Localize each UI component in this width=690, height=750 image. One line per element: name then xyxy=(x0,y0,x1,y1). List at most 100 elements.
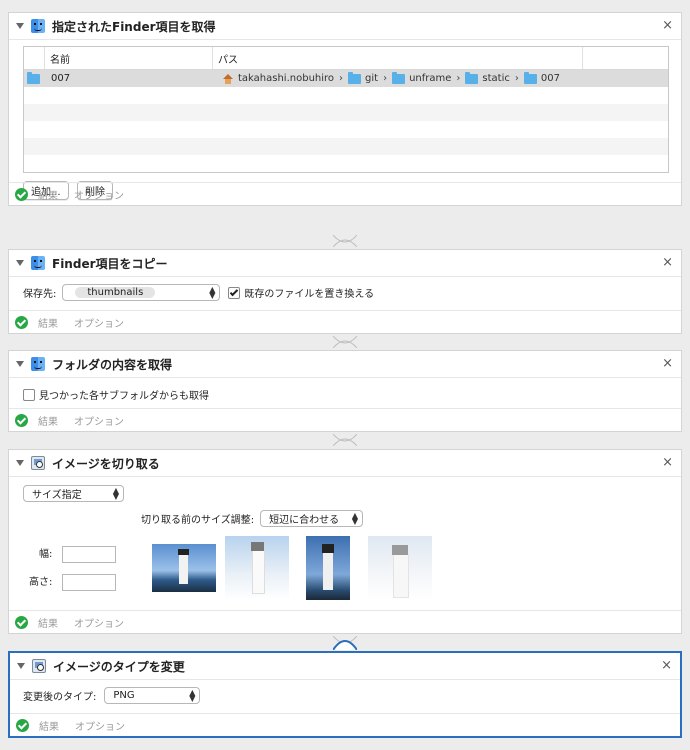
preview-app-icon xyxy=(32,659,46,673)
row-icon-cell xyxy=(24,72,48,85)
action-footer: 結果 オプション xyxy=(9,408,681,431)
action-title: イメージのタイプを変更 xyxy=(53,659,185,674)
header-name[interactable]: 名前 xyxy=(45,47,213,69)
close-icon[interactable]: × xyxy=(662,255,673,270)
action-change-image-type: イメージのタイプを変更 × 変更後のタイプ: PNG ▲ ▼ 結果 オプション xyxy=(8,651,682,738)
action-connector xyxy=(333,336,357,348)
updown-arrows-icon: ▲ ▼ xyxy=(189,687,196,703)
success-check-icon xyxy=(16,718,29,732)
close-icon[interactable]: × xyxy=(662,455,673,470)
finder-icon xyxy=(31,256,45,270)
table-row-empty xyxy=(24,138,668,155)
disclosure-triangle-icon[interactable] xyxy=(16,260,24,266)
action-header[interactable]: フォルダの内容を取得 × xyxy=(9,351,681,378)
replace-checkbox[interactable] xyxy=(228,286,241,299)
action-connector xyxy=(333,636,357,650)
folder-icon xyxy=(27,72,40,84)
crop-preview-image xyxy=(225,536,289,600)
results-link[interactable]: 結果 xyxy=(38,413,58,428)
copy-options-row: 保存先: thumbnails ▲ ▼ 既存のファイルを置き換える xyxy=(23,284,374,301)
chevron-right-icon: › xyxy=(383,73,388,84)
subfolder-label: 見つかった各サブフォルダからも取得 xyxy=(39,391,209,402)
results-link[interactable]: 結果 xyxy=(39,718,59,733)
chevron-right-icon: › xyxy=(456,73,461,84)
folder-icon xyxy=(348,71,362,84)
action-header[interactable]: Finder項目をコピー × xyxy=(9,250,681,277)
path-segment: unframe xyxy=(409,73,452,84)
options-link[interactable]: オプション xyxy=(75,718,125,733)
action-footer: 結果 オプション xyxy=(9,610,681,633)
pre-scale-select[interactable]: 短辺に合わせる ▲ ▼ xyxy=(260,510,364,527)
height-input[interactable] xyxy=(61,573,116,591)
path-segment: takahashi.nobuhiro xyxy=(238,73,335,84)
row-name: 007 xyxy=(51,73,71,84)
height-label: 高さ: xyxy=(29,577,53,588)
destination-label: 保存先: xyxy=(23,289,57,300)
results-link[interactable]: 結果 xyxy=(38,187,58,202)
subfolder-row: 見つかった各サブフォルダからも取得 xyxy=(23,387,209,402)
close-icon[interactable]: × xyxy=(662,18,673,33)
crop-mode-select[interactable]: サイズ指定 ▲ ▼ xyxy=(23,485,124,502)
type-select[interactable]: PNG ▲ ▼ xyxy=(104,687,201,704)
disclosure-triangle-icon[interactable] xyxy=(16,23,24,29)
close-icon[interactable]: × xyxy=(661,658,672,673)
destination-value: thumbnails xyxy=(75,287,156,298)
preview-app-icon xyxy=(31,456,45,470)
folder-icon xyxy=(392,71,406,84)
header-empty xyxy=(583,47,668,69)
disclosure-triangle-icon[interactable] xyxy=(16,361,24,367)
chevron-right-icon: › xyxy=(339,73,344,84)
close-icon[interactable]: × xyxy=(662,356,673,371)
action-title: イメージを切り取る xyxy=(52,456,160,471)
action-copy-finder-items: Finder項目をコピー × 保存先: thumbnails ▲ ▼ 既存のファイ… xyxy=(8,249,682,334)
width-row: 幅: xyxy=(39,545,116,563)
action-get-finder-items: 指定されたFinder項目を取得 × 名前 パス 007 takahashi.n… xyxy=(8,12,682,206)
type-row: 変更後のタイプ: PNG ▲ ▼ xyxy=(23,687,201,704)
crop-mode-value: サイズ指定 xyxy=(32,490,82,501)
table-row-empty xyxy=(24,155,668,172)
chevron-right-icon: › xyxy=(514,73,519,84)
action-title: フォルダの内容を取得 xyxy=(52,357,173,372)
disclosure-triangle-icon[interactable] xyxy=(17,663,25,669)
finder-icon xyxy=(31,19,45,33)
width-label: 幅: xyxy=(39,549,53,560)
options-link[interactable]: オプション xyxy=(74,315,124,330)
disclosure-triangle-icon[interactable] xyxy=(16,460,24,466)
table-row[interactable]: 007 takahashi.nobuhiro › git › unframe ›… xyxy=(24,70,668,87)
pre-scale-row: 切り取る前のサイズ調整: 短辺に合わせる ▲ ▼ xyxy=(141,510,364,527)
path-segment: 007 xyxy=(540,73,560,84)
results-link[interactable]: 結果 xyxy=(38,615,58,630)
header-icon-col xyxy=(24,47,45,69)
success-check-icon xyxy=(15,615,28,629)
table-row-empty xyxy=(24,104,668,121)
action-crop-images: イメージを切り取る × サイズ指定 ▲ ▼ 切り取る前のサイズ調整: 短辺に合わせ… xyxy=(8,449,682,634)
type-label: 変更後のタイプ: xyxy=(23,692,97,703)
action-footer: 結果 オプション xyxy=(9,310,681,333)
crop-preview-image xyxy=(368,536,432,600)
type-value: PNG xyxy=(113,690,135,701)
updown-arrows-icon: ▲ ▼ xyxy=(209,284,216,300)
options-link[interactable]: オプション xyxy=(74,615,124,630)
height-row: 高さ: xyxy=(29,573,116,591)
folder-icon xyxy=(523,71,537,84)
path-crumbs: takahashi.nobuhiro › git › unframe › sta… xyxy=(219,71,668,84)
crop-preview-image xyxy=(152,544,216,592)
action-header[interactable]: イメージを切り取る × xyxy=(9,450,681,477)
home-icon xyxy=(223,73,234,84)
options-link[interactable]: オプション xyxy=(74,187,124,202)
action-header[interactable]: イメージのタイプを変更 × xyxy=(10,653,680,680)
results-link[interactable]: 結果 xyxy=(38,315,58,330)
table-header: 名前 パス xyxy=(24,47,668,70)
subfolder-checkbox[interactable] xyxy=(23,388,35,401)
path-segment: static xyxy=(482,73,510,84)
action-header[interactable]: 指定されたFinder項目を取得 × xyxy=(9,13,681,40)
updown-arrows-icon: ▲ ▼ xyxy=(112,485,119,501)
success-check-icon xyxy=(15,187,28,201)
crop-preview-image xyxy=(306,536,350,600)
header-path[interactable]: パス xyxy=(213,47,583,69)
finder-items-table[interactable]: 名前 パス 007 takahashi.nobuhiro › git › unf… xyxy=(23,46,669,173)
options-link[interactable]: オプション xyxy=(74,413,124,428)
destination-select[interactable]: thumbnails ▲ ▼ xyxy=(62,284,221,301)
width-input[interactable] xyxy=(61,545,116,563)
action-footer: 結果 オプション xyxy=(10,713,680,736)
